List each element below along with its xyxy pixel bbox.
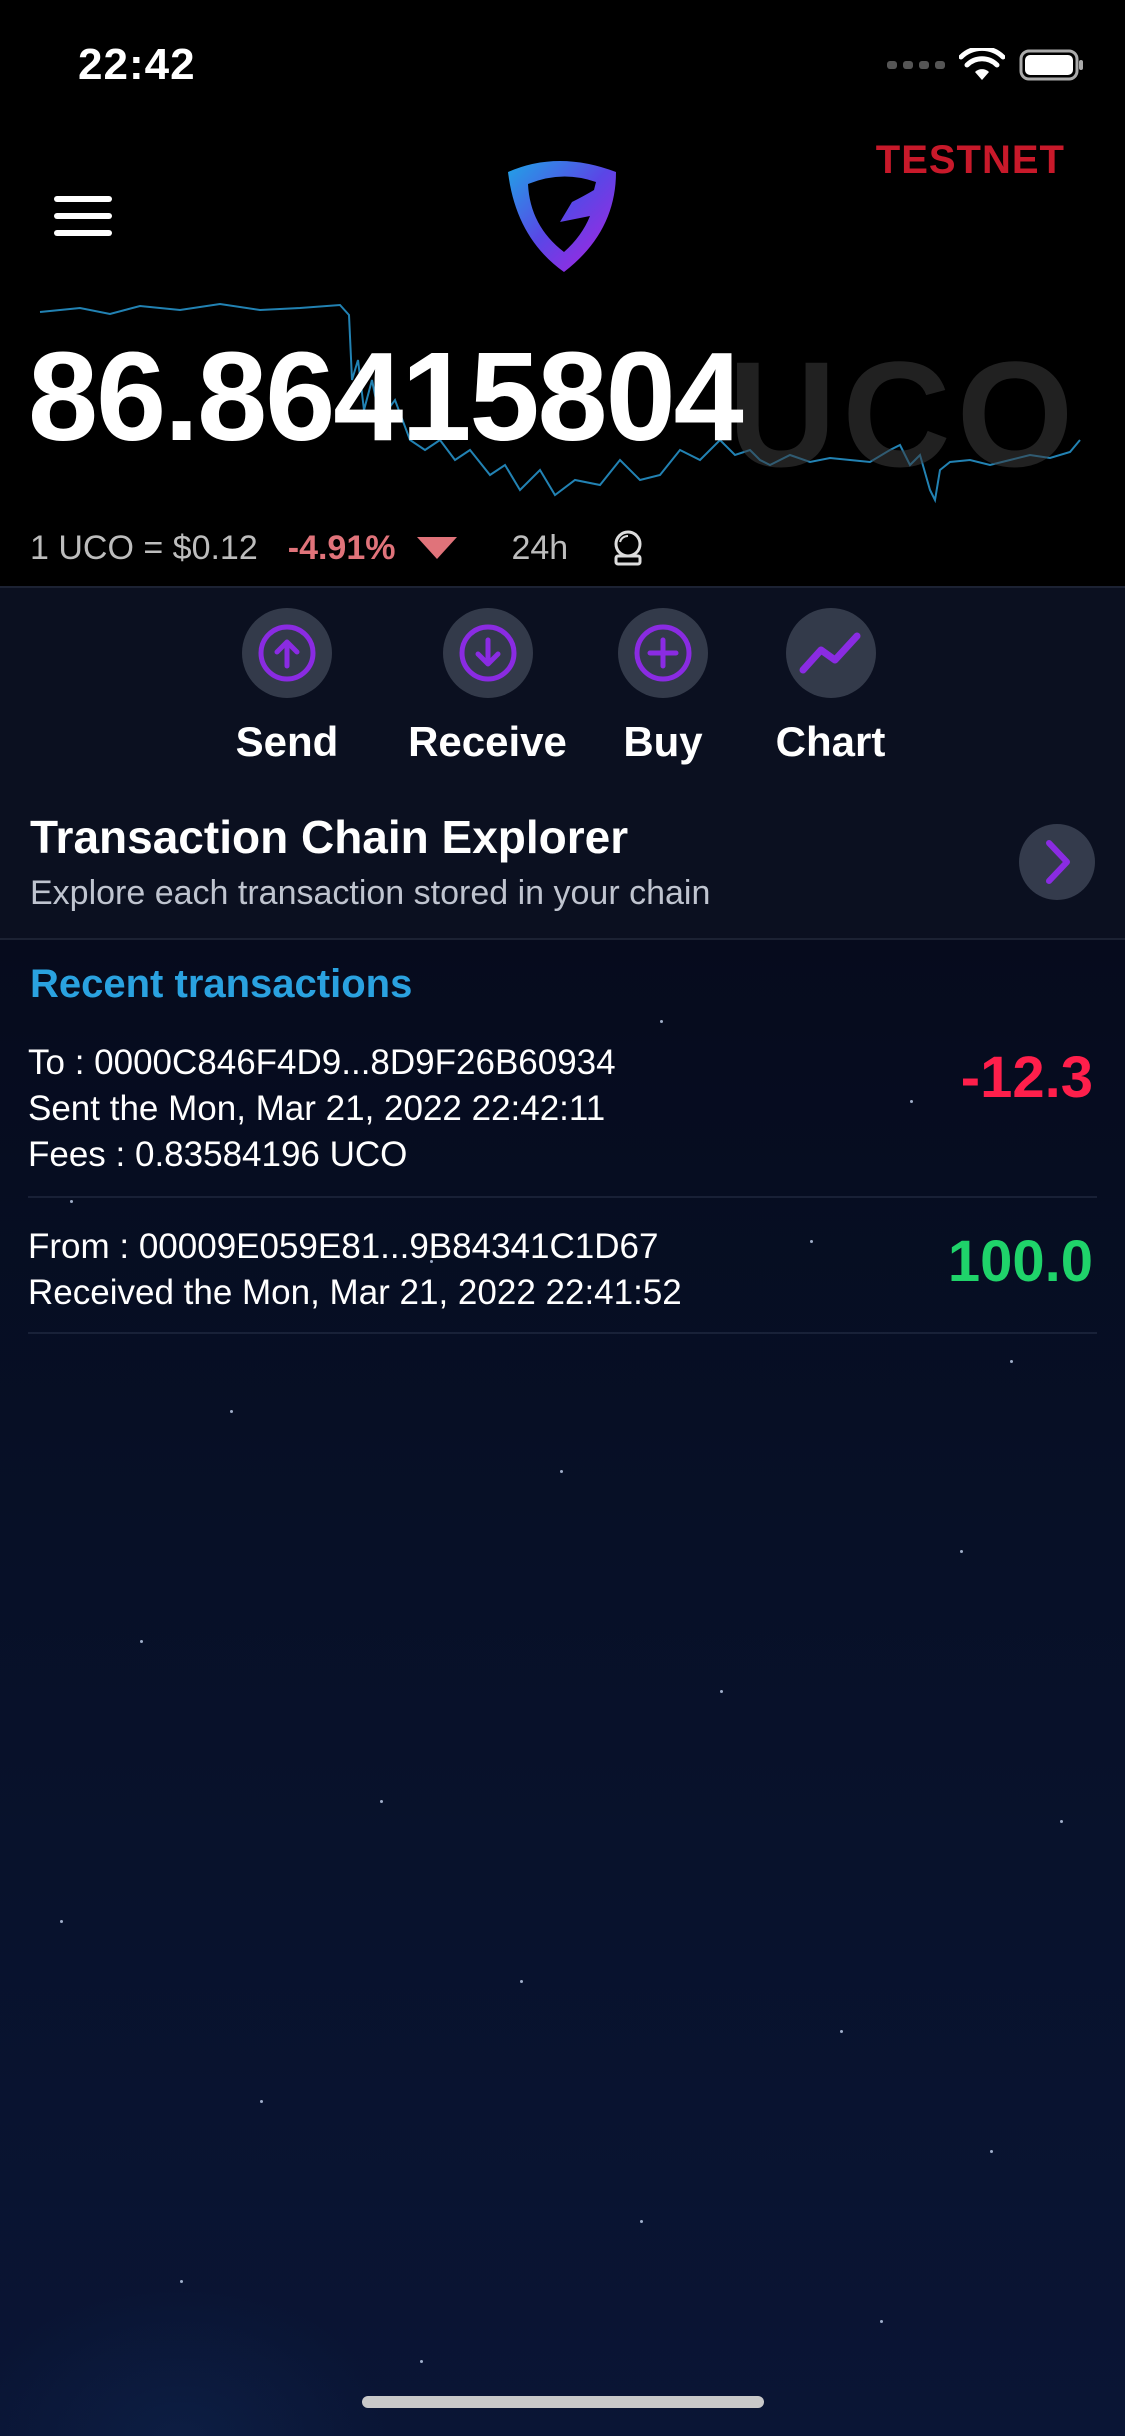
transaction-date: Sent the Mon, Mar 21, 2022 22:42:11 [28, 1089, 606, 1128]
balance-unit: UCO [728, 330, 1080, 498]
arrow-up-circle-icon [258, 624, 316, 682]
crystal-ball-icon[interactable] [608, 528, 648, 568]
receive-label: Receive [408, 718, 567, 765]
receive-button[interactable]: Receive [400, 608, 575, 766]
battery-icon [1019, 49, 1083, 81]
transaction-item[interactable]: To : 0000C846F4D9...8D9F26B60934 Sent th… [0, 1040, 1125, 1190]
trend-down-icon [417, 537, 458, 559]
chart-button[interactable]: Chart [768, 608, 893, 766]
buy-button[interactable]: Buy [618, 608, 708, 766]
plus-circle-icon [634, 624, 692, 682]
explorer-title: Transaction Chain Explorer [30, 811, 629, 863]
divider [0, 938, 1125, 940]
send-button[interactable]: Send [222, 608, 352, 766]
divider [28, 1196, 1097, 1198]
transaction-fees: Fees : 0.83584196 UCO [28, 1135, 408, 1174]
price-change: -4.91% [287, 528, 396, 567]
action-bar: Send Receive Buy Chart [0, 588, 1125, 786]
menu-button[interactable] [54, 196, 112, 236]
balance-amount: 86.86415804 [28, 326, 744, 467]
recent-transactions-title: Recent transactions [30, 962, 413, 1006]
archethic-logo [508, 161, 616, 272]
transaction-amount: -12.3 [960, 1045, 1093, 1110]
cellular-signal-icon [887, 61, 945, 69]
testnet-badge: TESTNET [875, 138, 1065, 182]
transaction-date: Received the Mon, Mar 21, 2022 22:41:52 [28, 1273, 682, 1312]
chevron-right-icon [1019, 824, 1095, 900]
status-icons [887, 48, 1085, 82]
transaction-item[interactable]: From : 00009E059E81...9B84341C1D67 Recei… [0, 1224, 1125, 1324]
wifi-icon [959, 48, 1005, 80]
status-time: 22:42 [78, 40, 196, 89]
chart-label: Chart [775, 718, 886, 765]
price-info: 1 UCO = $0.12 -4.91% 24h [30, 528, 648, 568]
explorer-subtitle: Explore each transaction stored in your … [30, 874, 711, 912]
arrow-down-circle-icon [459, 624, 516, 682]
wallet-screen: 22:42 TESTNET UCO 86.86415804 1 UCO = $0… [0, 0, 1125, 2436]
transaction-sender: From : 00009E059E81...9B84341C1D67 [28, 1227, 659, 1266]
buy-label: Buy [623, 718, 703, 765]
transaction-amount: 100.0 [947, 1229, 1093, 1294]
divider [28, 1332, 1097, 1334]
price-period[interactable]: 24h [511, 529, 568, 568]
trend-chart-icon [799, 632, 860, 674]
transaction-recipient: To : 0000C846F4D9...8D9F26B60934 [28, 1043, 616, 1082]
uco-price: 1 UCO = $0.12 [30, 528, 258, 567]
transaction-chain-explorer-button[interactable]: Transaction Chain Explorer Explore each … [0, 786, 1125, 938]
home-indicator[interactable] [362, 2396, 764, 2408]
send-label: Send [235, 718, 339, 765]
